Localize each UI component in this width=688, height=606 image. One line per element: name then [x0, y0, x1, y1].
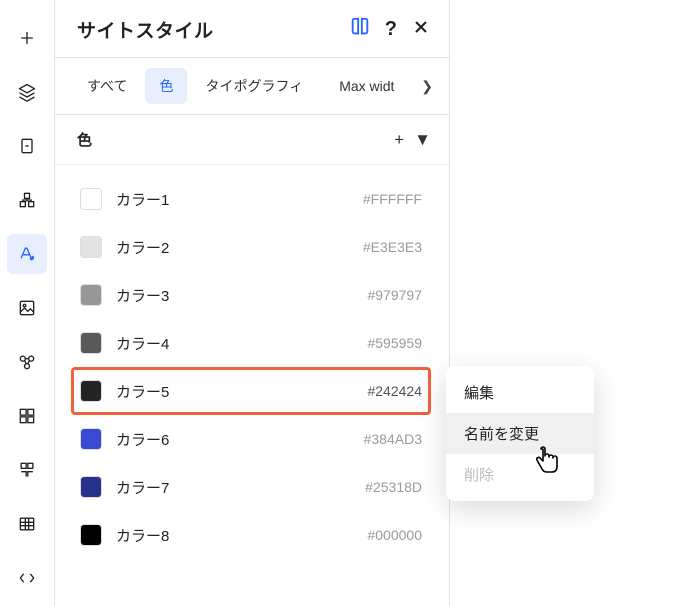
color-row[interactable]: カラー3 #979797: [71, 271, 431, 319]
rail-code[interactable]: [7, 558, 47, 598]
color-value: #FFFFFF: [363, 191, 422, 207]
filter-color[interactable]: 色: [145, 68, 187, 104]
color-swatch: [80, 428, 102, 450]
color-swatch: [80, 284, 102, 306]
ctx-delete: 削除: [446, 454, 594, 495]
color-name: カラー5: [116, 381, 353, 402]
color-name: カラー6: [116, 429, 350, 450]
close-icon[interactable]: [411, 17, 431, 42]
color-swatch: [80, 476, 102, 498]
section-color-label: 色: [77, 129, 384, 150]
color-swatch: [80, 188, 102, 210]
color-value: #595959: [367, 335, 422, 351]
color-name: カラー8: [116, 525, 353, 546]
filter-all[interactable]: すべて: [73, 68, 141, 104]
color-row[interactable]: カラー1 #FFFFFF: [71, 175, 431, 223]
add-color-icon[interactable]: +: [394, 130, 404, 150]
rail-media[interactable]: [7, 288, 47, 328]
ctx-edit[interactable]: 編集: [446, 372, 594, 413]
color-row[interactable]: カラー4 #595959: [71, 319, 431, 367]
filter-maxwidth[interactable]: Max widt: [325, 70, 408, 102]
book-icon[interactable]: [349, 16, 371, 43]
color-name: カラー1: [116, 189, 349, 210]
filters-scroll-right[interactable]: ❯: [421, 78, 433, 95]
color-row[interactable]: カラー2 #E3E3E3: [71, 223, 431, 271]
color-value: #384AD3: [364, 431, 422, 447]
rail-data[interactable]: [7, 504, 47, 544]
color-row[interactable]: カラー7 #25318D: [71, 463, 431, 511]
rail-settings[interactable]: [7, 450, 47, 490]
color-value: #E3E3E3: [363, 239, 422, 255]
rail-add[interactable]: [7, 18, 47, 58]
rail-styles[interactable]: [7, 234, 47, 274]
color-row[interactable]: カラー8 #000000: [71, 511, 431, 559]
context-menu: 編集 名前を変更 削除: [446, 366, 594, 501]
color-swatch: [80, 236, 102, 258]
panel-title: サイトスタイル: [77, 16, 214, 43]
collapse-section-icon[interactable]: ▼: [414, 130, 431, 150]
color-swatch: [80, 524, 102, 546]
rail-pages[interactable]: [7, 126, 47, 166]
rail-integrations[interactable]: [7, 342, 47, 382]
color-swatch: [80, 380, 102, 402]
rail-apps[interactable]: [7, 396, 47, 436]
color-row[interactable]: カラー6 #384AD3: [71, 415, 431, 463]
color-name: カラー2: [116, 237, 349, 258]
color-row[interactable]: カラー5 #242424: [71, 367, 431, 415]
color-name: カラー4: [116, 333, 353, 354]
rail-navigation[interactable]: [7, 180, 47, 220]
color-swatch: [80, 332, 102, 354]
filter-typography[interactable]: タイポグラフィ: [191, 68, 317, 104]
help-icon[interactable]: ?: [385, 18, 397, 41]
ctx-rename[interactable]: 名前を変更: [446, 413, 594, 454]
color-value: #25318D: [365, 479, 422, 495]
color-value: #242424: [367, 383, 422, 399]
color-name: カラー3: [116, 285, 353, 306]
rail-layers[interactable]: [7, 72, 47, 112]
color-value: #000000: [367, 527, 422, 543]
color-name: カラー7: [116, 477, 351, 498]
color-value: #979797: [367, 287, 422, 303]
